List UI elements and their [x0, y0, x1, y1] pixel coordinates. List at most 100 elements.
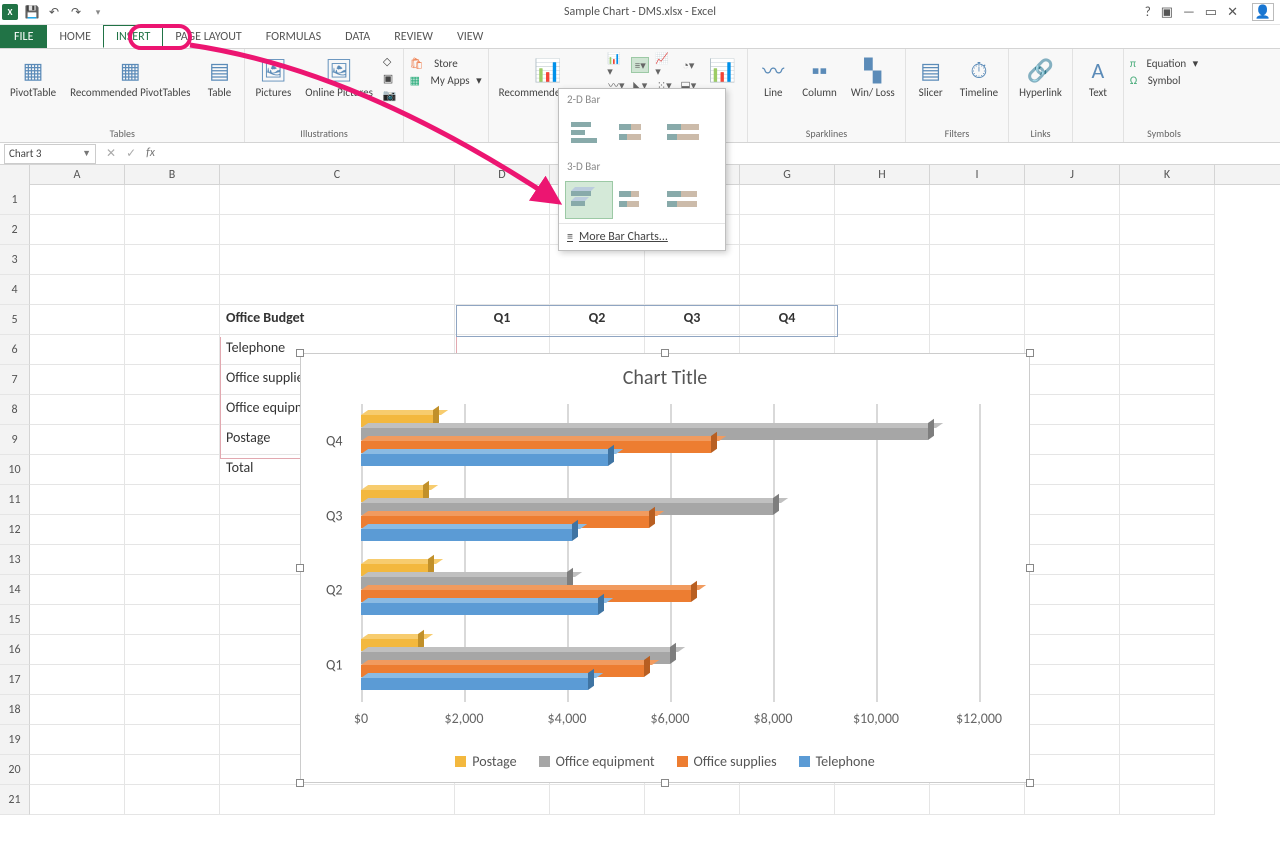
- chart-legend[interactable]: Postage Office equipment Office supplies…: [301, 753, 1029, 770]
- spark-column-button[interactable]: ▪▪Column: [798, 53, 841, 101]
- cell[interactable]: [125, 215, 220, 245]
- tab-file[interactable]: FILE: [0, 25, 47, 48]
- cell[interactable]: [30, 575, 125, 605]
- cell[interactable]: [125, 605, 220, 635]
- cell[interactable]: [125, 305, 220, 335]
- cell[interactable]: [220, 215, 455, 245]
- chevron-down-icon[interactable]: ▼: [82, 148, 91, 159]
- row-13[interactable]: 13: [0, 545, 30, 575]
- row-21[interactable]: 21: [0, 785, 30, 815]
- cell[interactable]: [30, 305, 125, 335]
- cell[interactable]: [1120, 215, 1215, 245]
- stacked100-bar-3d[interactable]: [661, 181, 709, 219]
- screenshot-button[interactable]: 📷: [383, 89, 397, 102]
- pivottable-button[interactable]: ▦PivotTable: [6, 53, 60, 101]
- cell[interactable]: [1025, 305, 1120, 335]
- cell[interactable]: [930, 785, 1025, 815]
- smartart-button[interactable]: ▣: [383, 72, 397, 85]
- stacked100-bar-2d[interactable]: [661, 114, 709, 152]
- cell[interactable]: [30, 695, 125, 725]
- row-1[interactable]: 1: [0, 185, 30, 215]
- stacked-bar-3d[interactable]: [613, 181, 661, 219]
- cell[interactable]: [1025, 185, 1120, 215]
- cell[interactable]: [125, 365, 220, 395]
- resize-handle[interactable]: [296, 779, 304, 787]
- resize-handle[interactable]: [296, 564, 304, 572]
- tab-formulas[interactable]: FORMULAS: [254, 25, 333, 48]
- resize-handle[interactable]: [661, 349, 669, 357]
- row-20[interactable]: 20: [0, 755, 30, 785]
- cell[interactable]: [930, 215, 1025, 245]
- text-button[interactable]: AText: [1079, 53, 1117, 101]
- spark-line-button[interactable]: 〰Line: [754, 53, 792, 101]
- cell[interactable]: [125, 545, 220, 575]
- col-A[interactable]: A: [30, 165, 125, 184]
- cell[interactable]: [1025, 215, 1120, 245]
- cell[interactable]: [1025, 755, 1120, 785]
- cell[interactable]: [125, 245, 220, 275]
- cell[interactable]: [1025, 545, 1120, 575]
- bar-chart-icon[interactable]: ≡▾: [631, 57, 649, 73]
- myapps-button[interactable]: ▦ My Apps ▾: [410, 74, 482, 87]
- resize-handle[interactable]: [1026, 349, 1034, 357]
- cell[interactable]: [30, 515, 125, 545]
- cell[interactable]: [740, 275, 835, 305]
- hyperlink-button[interactable]: 🔗Hyperlink: [1015, 53, 1066, 101]
- pictures-button[interactable]: 🖼Pictures: [251, 53, 295, 101]
- timeline-button[interactable]: ⏱Timeline: [956, 53, 1002, 101]
- cell[interactable]: [220, 185, 455, 215]
- cell[interactable]: [1120, 275, 1215, 305]
- col-G[interactable]: G: [740, 165, 835, 184]
- bar-telephone[interactable]: [361, 603, 598, 615]
- stacked-bar-2d[interactable]: [613, 114, 661, 152]
- row-14[interactable]: 14: [0, 575, 30, 605]
- resize-handle[interactable]: [1026, 779, 1034, 787]
- row-16[interactable]: 16: [0, 635, 30, 665]
- cell[interactable]: [30, 365, 125, 395]
- cell[interactable]: [930, 305, 1025, 335]
- cell[interactable]: [125, 515, 220, 545]
- cell[interactable]: [835, 785, 930, 815]
- tab-review[interactable]: REVIEW: [382, 25, 445, 48]
- cell[interactable]: [30, 755, 125, 785]
- cell[interactable]: [1025, 635, 1120, 665]
- cell[interactable]: [1120, 515, 1215, 545]
- cell[interactable]: [1120, 245, 1215, 275]
- cell[interactable]: [1120, 695, 1215, 725]
- cell[interactable]: [30, 635, 125, 665]
- cell[interactable]: [645, 785, 740, 815]
- cell[interactable]: [125, 395, 220, 425]
- row-18[interactable]: 18: [0, 695, 30, 725]
- cell[interactable]: [1025, 605, 1120, 635]
- cell[interactable]: [1120, 185, 1215, 215]
- cell[interactable]: [1120, 665, 1215, 695]
- bar-telephone[interactable]: [361, 454, 608, 466]
- undo-icon[interactable]: ↶: [46, 4, 62, 20]
- cell[interactable]: [1025, 395, 1120, 425]
- redo-icon[interactable]: ↷: [68, 4, 84, 20]
- online-pictures-button[interactable]: 🖼Online Pictures: [301, 53, 377, 101]
- cell[interactable]: [835, 215, 930, 245]
- cell[interactable]: [740, 185, 835, 215]
- col-C[interactable]: C: [220, 165, 455, 184]
- cell[interactable]: [550, 275, 645, 305]
- clustered-bar-3d[interactable]: [565, 181, 613, 219]
- equation-button[interactable]: π Equation ▾: [1130, 57, 1198, 70]
- cell[interactable]: [1120, 485, 1215, 515]
- cell[interactable]: [125, 665, 220, 695]
- cell[interactable]: [455, 215, 550, 245]
- cell[interactable]: [220, 275, 455, 305]
- column-chart-icon[interactable]: 📊▾: [607, 57, 625, 73]
- avatar[interactable]: 👤: [1252, 3, 1274, 21]
- clustered-bar-2d[interactable]: [565, 114, 613, 152]
- chart-object[interactable]: Chart Title $0$2,000$4,000$6,000$8,000$1…: [300, 353, 1030, 783]
- cell[interactable]: [1120, 395, 1215, 425]
- cell[interactable]: [550, 785, 645, 815]
- cell[interactable]: [1120, 455, 1215, 485]
- resize-handle[interactable]: [1026, 564, 1034, 572]
- save-icon[interactable]: 💾: [24, 4, 40, 20]
- cell[interactable]: [835, 245, 930, 275]
- cell[interactable]: [125, 485, 220, 515]
- qat-customize-icon[interactable]: ▾: [90, 4, 106, 20]
- cell[interactable]: [30, 455, 125, 485]
